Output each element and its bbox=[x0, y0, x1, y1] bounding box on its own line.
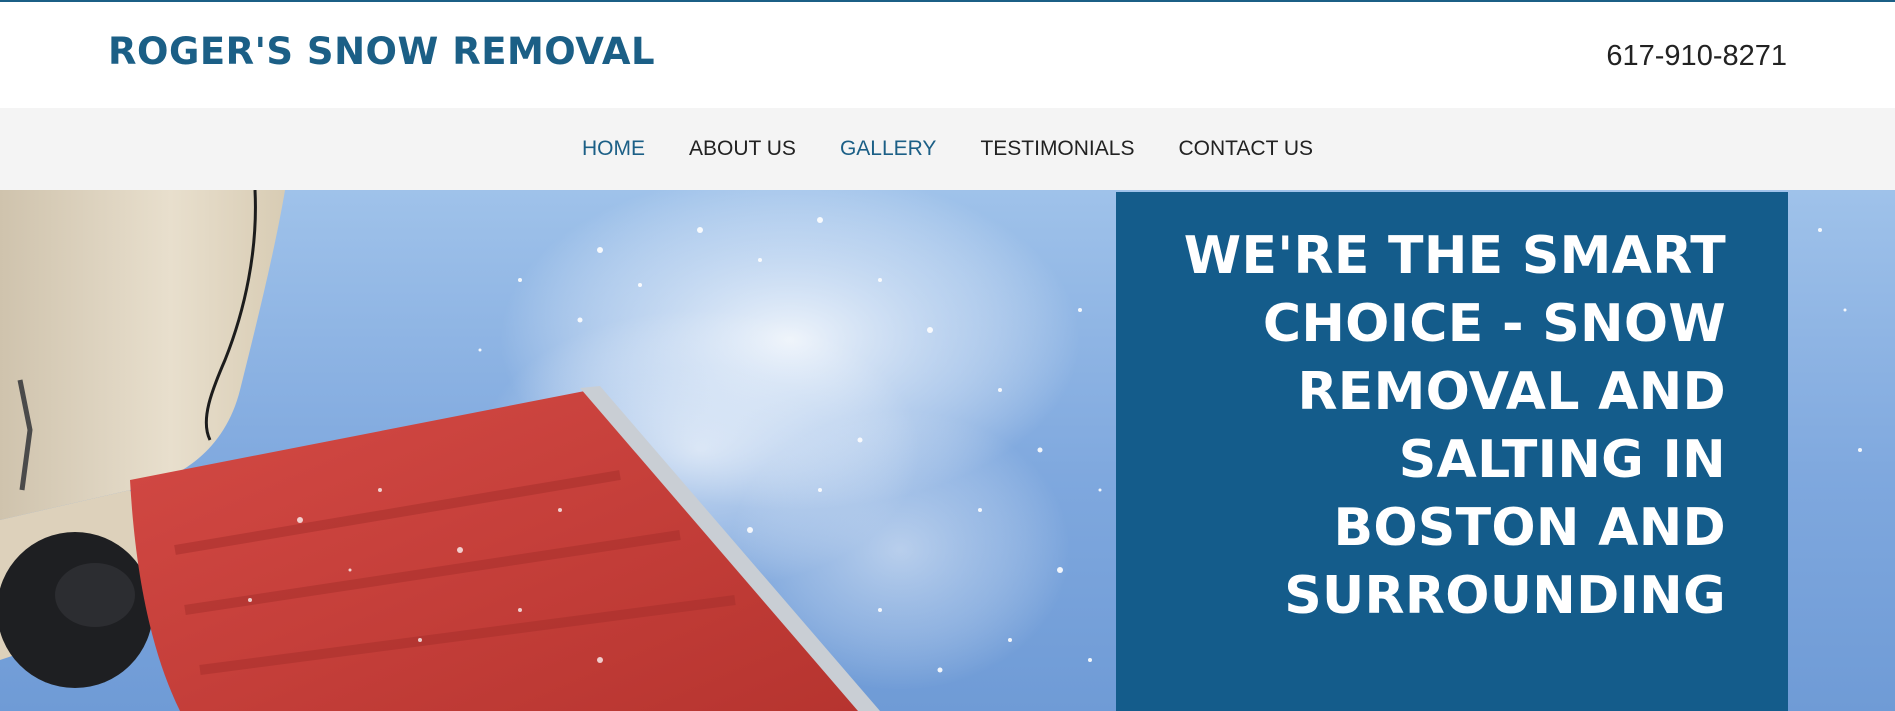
nav-item-testimonials[interactable]: TESTIMONIALS bbox=[958, 137, 1156, 161]
hero-banner: WE'RE THE SMART CHOICE - SNOW REMOVAL AN… bbox=[0, 190, 1895, 711]
phone-number[interactable]: 617-910-8271 bbox=[1606, 40, 1787, 73]
hero-headline-card: WE'RE THE SMART CHOICE - SNOW REMOVAL AN… bbox=[1116, 192, 1788, 711]
nav-item-about-us[interactable]: ABOUT US bbox=[667, 137, 818, 161]
hero-headline: WE'RE THE SMART CHOICE - SNOW REMOVAL AN… bbox=[1183, 226, 1726, 626]
nav-item-contact-us[interactable]: CONTACT US bbox=[1156, 137, 1335, 161]
main-nav: HOME ABOUT US GALLERY TESTIMONIALS CONTA… bbox=[0, 108, 1895, 190]
site-header: ROGER'S SNOW REMOVAL 617-910-8271 bbox=[0, 2, 1895, 108]
nav-item-gallery[interactable]: GALLERY bbox=[818, 137, 959, 161]
nav-item-home[interactable]: HOME bbox=[560, 137, 667, 161]
site-logo-link[interactable]: ROGER'S SNOW REMOVAL bbox=[108, 30, 655, 73]
page: ROGER'S SNOW REMOVAL 617-910-8271 HOME A… bbox=[0, 0, 1895, 711]
